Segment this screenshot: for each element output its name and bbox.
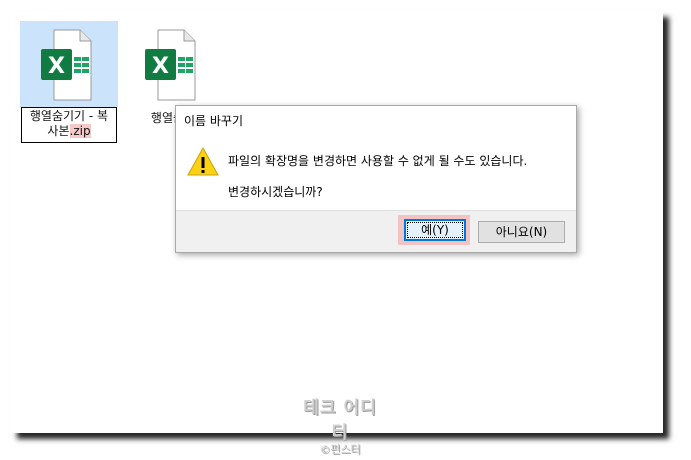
- watermark: 테크 어디터 ©펀스터: [295, 393, 385, 457]
- warning-icon: [187, 146, 219, 176]
- file-item-1[interactable]: X 행열숨기기 - 복 사본.zip: [20, 21, 118, 143]
- no-button[interactable]: 아니요(N): [478, 221, 565, 243]
- svg-text:X: X: [48, 54, 65, 79]
- no-button-label: 아니요(N): [495, 225, 548, 239]
- file-thumbnail: X: [20, 21, 118, 107]
- focus-rect: [407, 222, 463, 238]
- file-name-line2: 사본: [47, 124, 70, 138]
- file-name-line1: 행열숨기기 - 복: [29, 109, 109, 123]
- desktop-canvas: X 행열숨기기 - 복 사본.zip X 행열숨기 이름 바꾸기 파일의 확장명…: [11, 11, 663, 456]
- yes-button[interactable]: 예(Y): [404, 219, 466, 241]
- yes-button-highlight: 예(Y): [398, 215, 470, 245]
- file-extension-selected: .zip: [69, 124, 91, 138]
- svg-text:X: X: [152, 54, 169, 79]
- excel-file-icon: X: [41, 29, 92, 101]
- file-thumbnail: X: [124, 21, 222, 107]
- watermark-credit: ©펀스터: [319, 443, 361, 456]
- excel-file-icon: X: [145, 29, 196, 101]
- dialog-title: 이름 바꾸기: [184, 114, 244, 128]
- file-name-edit[interactable]: 행열숨기기 - 복 사본.zip: [21, 107, 117, 143]
- watermark-title: 테크 어디터: [303, 398, 377, 443]
- rename-dialog: 이름 바꾸기 파일의 확장명을 변경하면 사용할 수 없게 될 수도 있습니다.…: [175, 105, 577, 253]
- dialog-message: 파일의 확장명을 변경하면 사용할 수 없게 될 수도 있습니다.: [228, 154, 528, 168]
- dialog-question: 변경하시겠습니까?: [228, 185, 323, 199]
- dialog-button-bar: 예(Y) 아니요(N): [176, 210, 576, 252]
